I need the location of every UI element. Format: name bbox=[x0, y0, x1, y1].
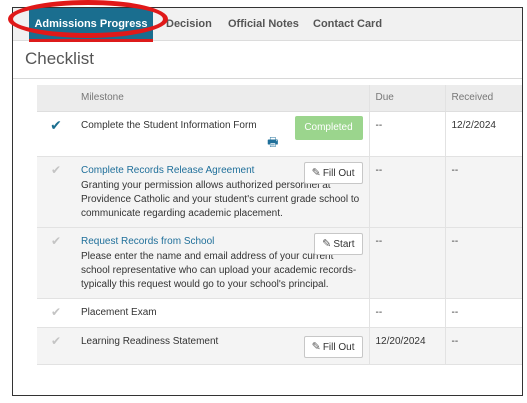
table-row: ✔ Learning Readiness Statement ✎ Fill Out… bbox=[37, 327, 522, 365]
table-row: ✔ Request Records from School Please ent… bbox=[37, 227, 522, 299]
pencil-square-icon: ✎ bbox=[322, 237, 332, 250]
header-icon-cell bbox=[37, 85, 75, 112]
table-row: ✔ Placement Exam -- -- bbox=[37, 298, 522, 328]
status-badge: Completed bbox=[294, 115, 363, 140]
received-date: -- bbox=[444, 298, 522, 328]
printer-icon[interactable]: 🖶 bbox=[267, 135, 278, 150]
due-date: 12/20/2024 bbox=[368, 327, 445, 365]
checklist-table: Milestone Due Received ✔ Complete the St… bbox=[37, 85, 522, 365]
check-outline-icon: ✔ bbox=[50, 233, 62, 248]
tab-official-notes[interactable]: Official Notes bbox=[228, 8, 299, 41]
tab-bar: Admissions Progress Decision Official No… bbox=[13, 8, 522, 42]
check-icon: ✔ bbox=[50, 116, 62, 133]
milestone-title-link[interactable]: Complete Records Release Agreement bbox=[81, 165, 334, 176]
check-outline-icon: ✔ bbox=[50, 304, 62, 319]
start-button[interactable]: ✎ Start bbox=[314, 232, 363, 255]
pencil-square-icon: ✎ bbox=[311, 166, 321, 179]
header-received: Received bbox=[444, 85, 522, 112]
received-date: 12/2/2024 bbox=[444, 111, 522, 157]
tab-decision[interactable]: Decision bbox=[166, 8, 212, 41]
header-due: Due bbox=[368, 85, 445, 112]
milestone-title: Learning Readiness Statement bbox=[81, 335, 219, 347]
fill-out-button[interactable]: ✎ Fill Out bbox=[303, 161, 363, 184]
due-date: -- bbox=[368, 156, 445, 228]
table-row: ✔ Complete Records Release Agreement Gra… bbox=[37, 156, 522, 228]
tab-contact-card[interactable]: Contact Card bbox=[313, 8, 382, 41]
milestone-title-link[interactable]: Request Records from School bbox=[81, 236, 294, 247]
received-date: -- bbox=[444, 156, 522, 228]
received-date: -- bbox=[444, 227, 522, 299]
page-title: Checklist bbox=[25, 49, 94, 68]
tab-admissions-progress[interactable]: Admissions Progress bbox=[29, 8, 153, 41]
milestone-title: Placement Exam bbox=[81, 306, 157, 318]
due-date: -- bbox=[368, 111, 445, 157]
table-header-row: Milestone Due Received bbox=[37, 85, 522, 112]
received-date: -- bbox=[444, 327, 522, 365]
divider bbox=[13, 78, 522, 79]
due-date: -- bbox=[368, 227, 445, 299]
fill-out-button[interactable]: ✎ Fill Out bbox=[303, 335, 363, 358]
milestone-description: Please enter the name and email address … bbox=[81, 250, 357, 290]
pencil-square-icon: ✎ bbox=[311, 340, 321, 353]
active-tab-indicator bbox=[29, 39, 153, 42]
check-outline-icon: ✔ bbox=[50, 333, 62, 348]
due-date: -- bbox=[368, 298, 445, 328]
check-outline-icon: ✔ bbox=[50, 162, 62, 177]
milestone-description: Granting your permission allows authoriz… bbox=[81, 179, 360, 219]
app-frame: Admissions Progress Decision Official No… bbox=[12, 7, 523, 396]
table-row: ✔ Complete the Student Information Form … bbox=[37, 111, 522, 157]
header-milestone: Milestone bbox=[75, 85, 369, 112]
